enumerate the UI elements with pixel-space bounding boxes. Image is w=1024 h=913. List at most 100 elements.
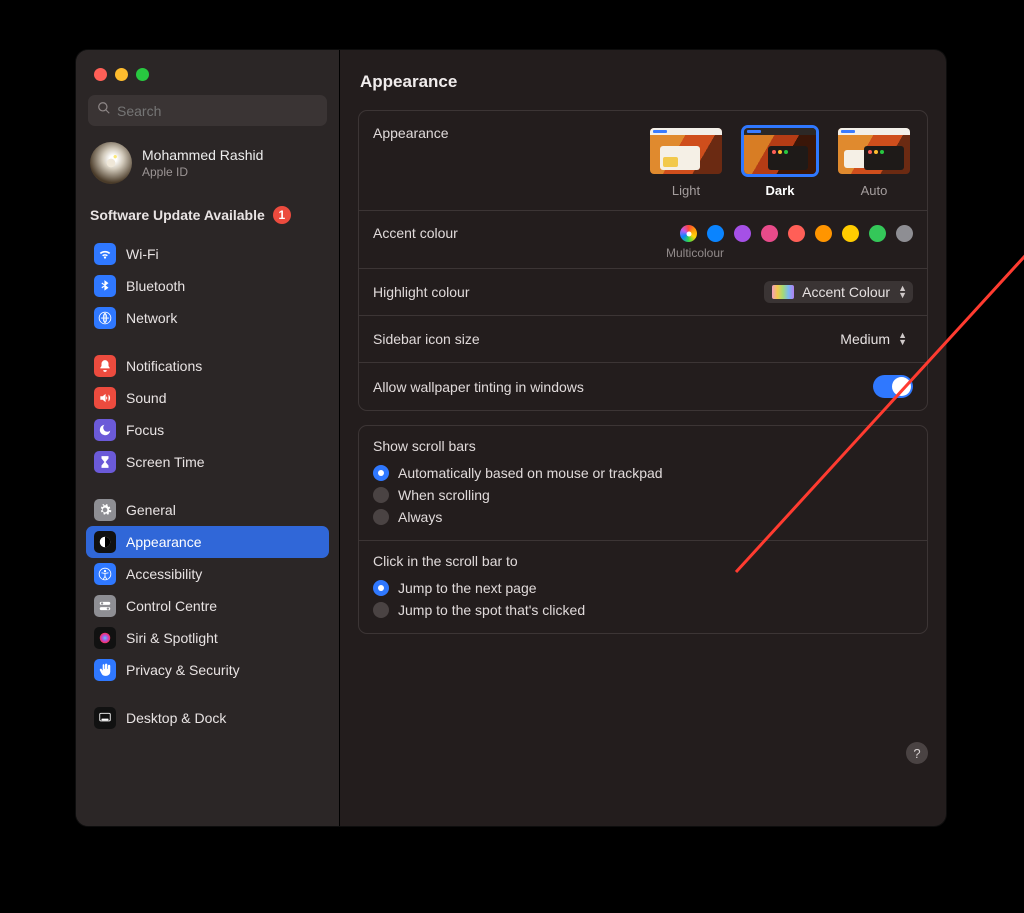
theme-label: Auto bbox=[835, 183, 913, 198]
radio-icon bbox=[373, 602, 389, 618]
software-update-row[interactable]: Software Update Available 1 bbox=[76, 200, 339, 238]
search-input[interactable] bbox=[117, 103, 318, 119]
sidebar-item-accessibility[interactable]: Accessibility bbox=[86, 558, 329, 590]
close-window-button[interactable] bbox=[94, 68, 107, 81]
accent-yellow[interactable] bbox=[842, 225, 859, 242]
sound-icon bbox=[94, 387, 116, 409]
sidebar-nav: Wi-Fi Bluetooth Network Notifications Sound F… bbox=[76, 238, 339, 750]
user-name: Mohammed Rashid bbox=[142, 147, 263, 163]
accent-red[interactable] bbox=[788, 225, 805, 242]
accent-multicolour[interactable] bbox=[680, 225, 697, 242]
theme-thumb-light bbox=[647, 125, 725, 177]
appearance-icon bbox=[94, 531, 116, 553]
sidebar-icon-size-label: Sidebar icon size bbox=[373, 331, 832, 347]
sidebar-item-controlcentre[interactable]: Control Centre bbox=[86, 590, 329, 622]
sidebar-item-general[interactable]: General bbox=[86, 494, 329, 526]
scrollbar-click-option-1[interactable]: Jump to the spot that's clicked bbox=[373, 599, 913, 621]
radio-label: Automatically based on mouse or trackpad bbox=[398, 465, 663, 481]
scrollbar-show-option-2[interactable]: Always bbox=[373, 506, 913, 528]
controlcentre-icon bbox=[94, 595, 116, 617]
sidebar-item-network[interactable]: Network bbox=[86, 302, 329, 334]
sidebar-item-siri[interactable]: Siri & Spotlight bbox=[86, 622, 329, 654]
theme-label: Dark bbox=[741, 183, 819, 198]
radio-icon bbox=[373, 580, 389, 596]
help-button[interactable]: ? bbox=[906, 742, 928, 764]
focus-icon bbox=[94, 419, 116, 441]
click-scrollbar-title: Click in the scroll bar to bbox=[373, 553, 913, 569]
accent-graphite[interactable] bbox=[896, 225, 913, 242]
page-title: Appearance bbox=[360, 72, 928, 92]
highlight-colour-label: Highlight colour bbox=[373, 284, 764, 300]
accent-pink[interactable] bbox=[761, 225, 778, 242]
radio-icon bbox=[373, 509, 389, 525]
avatar bbox=[90, 142, 132, 184]
sidebar-item-screentime[interactable]: Screen Time bbox=[86, 446, 329, 478]
scrollbar-show-option-1[interactable]: When scrolling bbox=[373, 484, 913, 506]
sidebar-icon-size-value: Medium bbox=[840, 331, 890, 347]
software-update-label: Software Update Available bbox=[90, 207, 265, 223]
appearance-label: Appearance bbox=[373, 125, 647, 141]
minimize-window-button[interactable] bbox=[115, 68, 128, 81]
sidebar-item-label: Focus bbox=[126, 422, 164, 438]
radio-label: When scrolling bbox=[398, 487, 490, 503]
sidebar-item-label: Accessibility bbox=[126, 566, 202, 582]
sidebar-item-notifications[interactable]: Notifications bbox=[86, 350, 329, 382]
sidebar-item-label: Sound bbox=[126, 390, 166, 406]
window-controls bbox=[76, 50, 339, 95]
sidebar-item-label: Screen Time bbox=[126, 454, 205, 470]
sidebar-item-privacy[interactable]: Privacy & Security bbox=[86, 654, 329, 686]
fullscreen-window-button[interactable] bbox=[136, 68, 149, 81]
sidebar-item-label: Bluetooth bbox=[126, 278, 185, 294]
privacy-icon bbox=[94, 659, 116, 681]
highlight-colour-value: Accent Colour bbox=[802, 284, 890, 300]
highlight-colour-select[interactable]: Accent Colour ▲▼ bbox=[764, 281, 913, 303]
radio-icon bbox=[373, 487, 389, 503]
radio-icon bbox=[373, 465, 389, 481]
sidebar: Mohammed Rashid Apple ID Software Update… bbox=[76, 50, 340, 826]
wallpaper-tint-toggle[interactable] bbox=[873, 375, 913, 398]
content-pane: Appearance Appearance Light Dark Auto Acce… bbox=[340, 50, 946, 826]
wallpaper-tint-label: Allow wallpaper tinting in windows bbox=[373, 379, 873, 395]
user-sub: Apple ID bbox=[142, 165, 263, 179]
sidebar-item-label: General bbox=[126, 502, 176, 518]
scrollbars-panel: Show scroll bars Automatically based on … bbox=[358, 425, 928, 634]
accent-sublabel: Multicolour bbox=[666, 246, 724, 260]
accent-green[interactable] bbox=[869, 225, 886, 242]
accent-purple[interactable] bbox=[734, 225, 751, 242]
apple-id-row[interactable]: Mohammed Rashid Apple ID bbox=[76, 140, 339, 200]
theme-thumb-auto bbox=[835, 125, 913, 177]
theme-option-light[interactable]: Light bbox=[647, 125, 725, 198]
sidebar-item-focus[interactable]: Focus bbox=[86, 414, 329, 446]
search-field[interactable] bbox=[88, 95, 327, 126]
notifications-icon bbox=[94, 355, 116, 377]
sidebar-item-desktop[interactable]: Desktop & Dock bbox=[86, 702, 329, 734]
network-icon bbox=[94, 307, 116, 329]
update-badge: 1 bbox=[273, 206, 291, 224]
theme-options: Light Dark Auto bbox=[647, 125, 913, 198]
accent-swatches bbox=[680, 225, 913, 242]
scrollbar-show-option-0[interactable]: Automatically based on mouse or trackpad bbox=[373, 462, 913, 484]
sidebar-item-appearance[interactable]: Appearance bbox=[86, 526, 329, 558]
sidebar-item-label: Notifications bbox=[126, 358, 202, 374]
theme-thumb-dark bbox=[741, 125, 819, 177]
sidebar-item-sound[interactable]: Sound bbox=[86, 382, 329, 414]
sidebar-icon-size-select[interactable]: Medium ▲▼ bbox=[832, 328, 913, 350]
theme-option-auto[interactable]: Auto bbox=[835, 125, 913, 198]
sidebar-item-wifi[interactable]: Wi-Fi bbox=[86, 238, 329, 270]
scrollbar-click-option-0[interactable]: Jump to the next page bbox=[373, 577, 913, 599]
accent-blue[interactable] bbox=[707, 225, 724, 242]
appearance-panel: Appearance Light Dark Auto Accent colour M… bbox=[358, 110, 928, 411]
accent-colour-label: Accent colour bbox=[373, 225, 680, 241]
siri-icon bbox=[94, 627, 116, 649]
show-scrollbars-title: Show scroll bars bbox=[373, 438, 913, 454]
sidebar-item-label: Desktop & Dock bbox=[126, 710, 226, 726]
sidebar-item-label: Control Centre bbox=[126, 598, 217, 614]
general-icon bbox=[94, 499, 116, 521]
wifi-icon bbox=[94, 243, 116, 265]
sidebar-item-label: Network bbox=[126, 310, 177, 326]
sidebar-item-label: Wi-Fi bbox=[126, 246, 159, 262]
accent-orange[interactable] bbox=[815, 225, 832, 242]
theme-option-dark[interactable]: Dark bbox=[741, 125, 819, 198]
sidebar-item-bluetooth[interactable]: Bluetooth bbox=[86, 270, 329, 302]
sidebar-item-label: Appearance bbox=[126, 534, 202, 550]
